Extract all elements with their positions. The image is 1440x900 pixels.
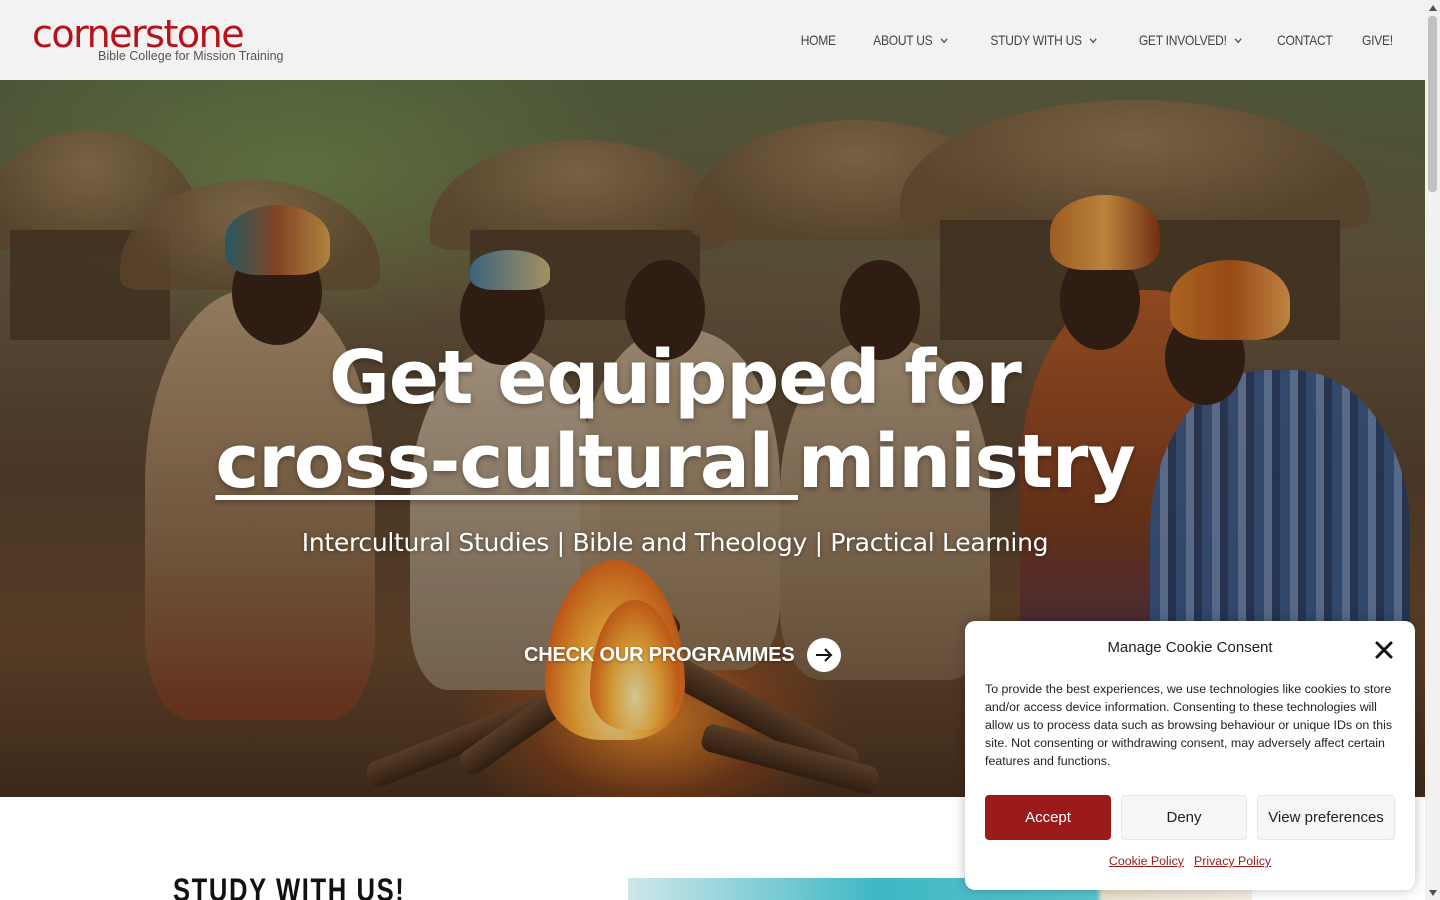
nav-label: HOME <box>801 32 837 48</box>
chevron-down-icon <box>1235 37 1243 43</box>
scrollbar-thumb[interactable] <box>1428 16 1437 192</box>
chevron-down-icon <box>940 37 948 43</box>
cookie-modal-links: Cookie Policy Privacy Policy <box>965 854 1415 868</box>
nav-contact[interactable]: CONTACT <box>1276 32 1333 48</box>
hero-title-highlight: cross-cultural <box>215 419 798 505</box>
cookie-modal-title: Manage Cookie Consent <box>1107 639 1273 656</box>
cta-label: CHECK OUR PROGRAMMES <box>524 643 795 666</box>
hero-title-line-2: cross-cultural ministry <box>0 420 1350 504</box>
nav-about-us[interactable]: ABOUT US <box>873 32 948 48</box>
nav-label: CONTACT <box>1276 32 1333 48</box>
check-programmes-button[interactable]: CHECK OUR PROGRAMMES <box>524 638 842 672</box>
page-scrollbar[interactable] <box>1425 0 1440 900</box>
nav-label: GET INVOLVED! <box>1139 32 1228 48</box>
nav-label: ABOUT US <box>873 32 933 48</box>
logo[interactable]: cornerstone Bible College for Mission Tr… <box>32 12 284 70</box>
cookie-consent-modal: Manage Cookie Consent To provide the bes… <box>965 621 1415 890</box>
logo-tagline: Bible College for Mission Training <box>98 49 284 63</box>
nav-label: STUDY WITH US <box>990 32 1083 48</box>
close-icon[interactable] <box>1373 639 1395 661</box>
study-with-us-heading: STUDY WITH US! <box>173 872 406 900</box>
scroll-down-arrow-icon[interactable] <box>1425 885 1440 900</box>
nav-home[interactable]: HOME <box>801 32 836 48</box>
hero-title-rest: ministry <box>797 419 1136 505</box>
deny-button[interactable]: Deny <box>1121 795 1247 840</box>
scroll-up-arrow-icon[interactable] <box>1425 0 1440 15</box>
nav-give[interactable]: GIVE! <box>1362 32 1393 48</box>
hero-subtitle: Intercultural Studies | Bible and Theolo… <box>301 528 1049 557</box>
cookie-modal-text: To provide the best experiences, we use … <box>985 682 1393 768</box>
site-header: cornerstone Bible College for Mission Tr… <box>0 0 1425 80</box>
arrow-right-icon <box>807 638 842 672</box>
accept-button[interactable]: Accept <box>985 795 1111 840</box>
nav-study-with-us[interactable]: STUDY WITH US <box>991 32 1098 48</box>
hero-title-line-1: Get equipped for <box>329 335 1022 421</box>
nav-get-involved[interactable]: GET INVOLVED! <box>1139 32 1243 48</box>
nav-label: GIVE! <box>1362 32 1393 48</box>
cookie-policy-link[interactable]: Cookie Policy <box>1109 854 1184 868</box>
privacy-policy-link[interactable]: Privacy Policy <box>1194 854 1271 868</box>
chevron-down-icon <box>1090 37 1098 43</box>
view-preferences-button[interactable]: View preferences <box>1257 795 1395 840</box>
main-nav: HOME ABOUT US STUDY WITH US GET INVOLVED… <box>770 0 1393 80</box>
